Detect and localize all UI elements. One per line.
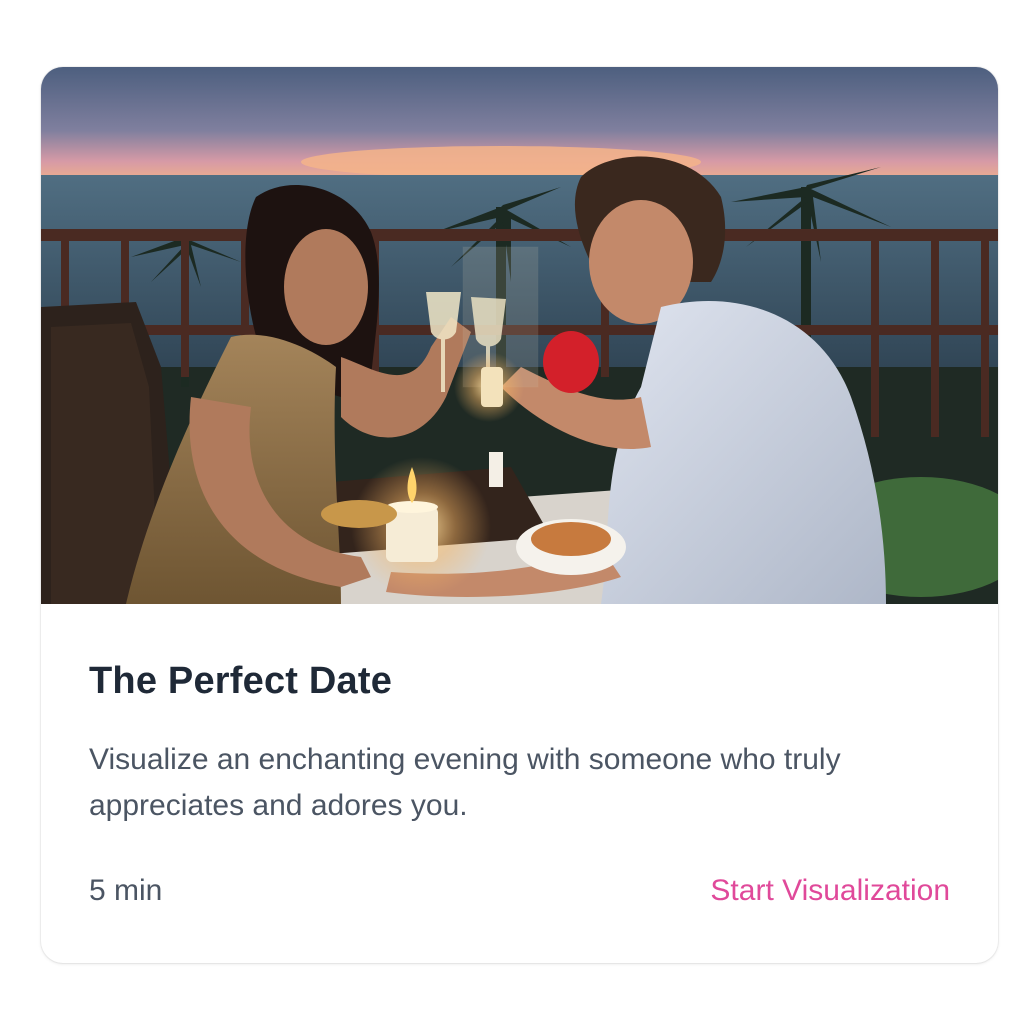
duration-label: 5 min xyxy=(89,874,163,907)
card-body: The Perfect Date Visualize an enchanting… xyxy=(89,604,950,963)
card-title: The Perfect Date xyxy=(89,660,393,702)
visualization-card: The Perfect Date Visualize an enchanting… xyxy=(41,67,998,963)
card-description: Visualize an enchanting evening with som… xyxy=(89,743,841,822)
start-visualization-link[interactable]: Start Visualization xyxy=(710,874,950,908)
romantic-dinner-photo xyxy=(41,67,998,604)
